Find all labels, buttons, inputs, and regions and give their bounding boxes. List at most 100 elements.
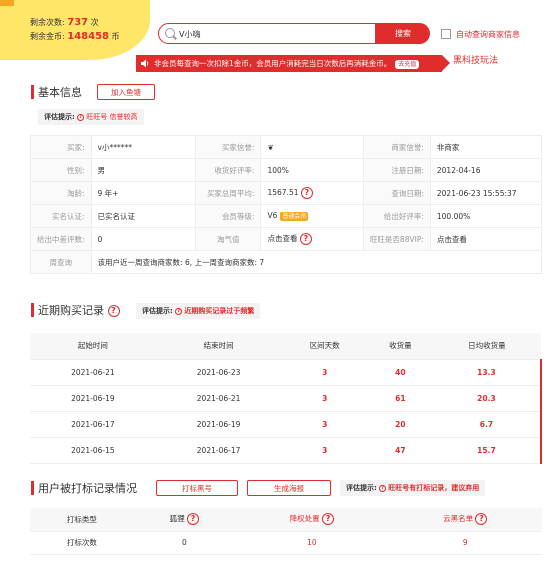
counter-panel <box>0 0 150 60</box>
buyer-credit-label: 买家信誉: <box>194 135 262 159</box>
coins-label: 剩余金币: <box>30 32 65 41</box>
cloud-blacklist-count: 9 <box>388 531 542 555</box>
cell: 40 <box>367 359 433 386</box>
weekly-avg-value: 1567.51 <box>267 188 299 197</box>
cell: 3 <box>281 411 368 438</box>
notice-arrow <box>442 55 450 71</box>
col-days: 区间天数 <box>281 333 368 360</box>
notice-text: 非会员每查询一次扣除1金币，会员用户消耗完当日次数后再消耗金币。 <box>154 59 392 68</box>
hint-value: 旺旺号有打标记录，建议弃用 <box>388 484 480 492</box>
fox-count: 0 <box>133 531 236 555</box>
info-row: 淘龄: 9 年+ 买家总周平均: 1567.51 ? 查询日期: 2021-06… <box>30 181 543 205</box>
vip88-view-link[interactable]: 点击查看 <box>429 227 543 251</box>
search-button[interactable]: 搜索 <box>376 23 430 44</box>
basic-info-table: 买家: v小****** 买家信誉: ❦ 商家信誉: 非商家 性别: 男 收货好… <box>30 135 543 274</box>
generate-poster-button[interactable]: 生成海报 <box>247 480 331 496</box>
question-circle-icon[interactable]: ? <box>322 513 335 526</box>
tag-black-button[interactable]: 打标黑号 <box>156 480 238 496</box>
week-query-value: 该用户近一周查询商家数: 6, 上一周查询商家数: 7 <box>90 250 543 274</box>
question-circle-icon[interactable]: ? <box>187 513 200 526</box>
gender-value: 男 <box>90 158 196 182</box>
add-to-pond-button[interactable]: 加入鱼塘 <box>97 84 155 100</box>
remaining-label: 剩余次数: <box>30 18 65 27</box>
col-cloud-text: 云黑名单 <box>443 514 474 524</box>
info-row: 周查询 该用户近一周查询商家数: 6, 上一周查询商家数: 7 <box>30 250 543 274</box>
col-demotion-text: 降权处置 <box>289 514 320 524</box>
cell: 3 <box>281 437 368 464</box>
account-age-label: 淘龄: <box>30 181 92 205</box>
question-circle-icon: ? <box>379 484 387 492</box>
table-row: 打标次数 0 10 9 <box>30 531 542 555</box>
col-start: 起始时间 <box>30 333 156 360</box>
section-marker <box>31 85 34 99</box>
given-rate-label: 给出好评率: <box>362 204 431 228</box>
real-name-label: 实名认证: <box>30 204 92 228</box>
account-age-value: 9 年+ <box>90 181 196 205</box>
tagging-table: 打标类型 狐狸 ? 降权处置 ? 云黑名单 ? 打标次数 0 10 9 <box>30 508 542 555</box>
table-row: 2021-06-17 2021-06-19 3 20 6.7 <box>30 411 543 438</box>
table-header-row: 打标类型 狐狸 ? 降权处置 ? 云黑名单 ? <box>30 508 542 532</box>
auto-query-label[interactable]: 自动查询商家信息 <box>456 29 520 40</box>
notice-banner: 非会员每查询一次扣除1金币，会员用户消耗完当日次数后再消耗金币。 去充值 <box>136 55 442 72</box>
table-row: 2021-06-19 2021-06-21 3 61 20.3 <box>30 385 543 412</box>
remaining-count: 剩余次数: 737 次 <box>30 17 99 28</box>
register-date-label: 注册日期: <box>362 158 431 182</box>
col-end: 结束时间 <box>155 333 282 360</box>
vip-badge: 普通会员 <box>280 212 309 221</box>
weekly-avg-label: 买家总周平均: <box>194 181 262 205</box>
vip88-label: 旺旺是否88VIP: <box>362 227 431 251</box>
member-level-label: 会员等级: <box>194 204 262 228</box>
info-row: 给出中差评数: 0 淘气值 点击查看 ? 旺旺是否88VIP: 点击查看 <box>30 227 543 251</box>
naughty-value-cell[interactable]: 点击查看 ? <box>260 227 364 251</box>
buyer-value: v小****** <box>90 135 196 159</box>
recent-title-text: 近期购买记录 <box>38 304 104 317</box>
question-circle-icon[interactable]: ? <box>475 513 488 526</box>
search-value: V小嗨 <box>179 30 201 39</box>
cell: 3 <box>281 359 368 386</box>
question-circle-icon[interactable]: ? <box>107 305 120 317</box>
remaining-unit: 次 <box>90 18 99 27</box>
gender-label: 性别: <box>30 158 92 182</box>
seller-credit-label: 商家信誉: <box>362 135 431 159</box>
recharge-button[interactable]: 去充值 <box>395 59 420 69</box>
positive-rate-value: 100% <box>260 158 364 182</box>
cell: 6.7 <box>432 411 543 438</box>
query-date-label: 查询日期: <box>362 181 431 205</box>
positive-rate-label: 收货好评率: <box>194 158 262 182</box>
member-level-value: V6 <box>267 211 278 220</box>
buyer-label: 买家: <box>30 135 92 159</box>
cell: 3 <box>281 385 368 412</box>
col-fox: 狐狸 ? <box>133 508 236 532</box>
question-circle-icon[interactable]: ? <box>300 187 313 199</box>
info-row: 实名认证: 已实名认证 会员等级: V6 普通会员 给出好评率: 100.00% <box>30 204 543 228</box>
seller-credit-value: 非商家 <box>429 135 543 159</box>
hint-label: 评估提示: <box>44 113 75 121</box>
question-circle-icon[interactable]: ? <box>299 233 312 245</box>
basic-hint: 评估提示: ? 旺旺号 信誉较高 <box>38 109 144 125</box>
basic-info-title: 基本信息 <box>38 86 82 99</box>
hint-label: 评估提示: <box>142 307 173 315</box>
week-query-label: 周查询 <box>30 250 92 274</box>
search-icon <box>165 28 175 38</box>
tagging-title: 用户被打标记录情况 <box>38 482 137 495</box>
question-circle-icon: ? <box>175 307 183 315</box>
coins-unit: 币 <box>111 32 120 41</box>
recent-purchases-title: 近期购买记录 ? <box>38 302 120 318</box>
speaker-icon <box>141 59 149 68</box>
cell: 61 <box>367 385 433 412</box>
question-circle-icon: ? <box>77 113 85 121</box>
real-name-value: 已实名认证 <box>90 204 196 228</box>
tagging-hint: 评估提示: ? 旺旺号有打标记录，建议弃用 <box>340 480 486 496</box>
cell: 2021-06-17 <box>155 437 282 464</box>
hint-value: 近期购买记录过于频繁 <box>184 307 255 315</box>
search-input[interactable]: V小嗨 <box>158 23 376 44</box>
naughty-view-link[interactable]: 点击查看 <box>267 234 297 243</box>
corner-accent <box>0 0 14 6</box>
demotion-count: 10 <box>235 531 389 555</box>
hint-label: 评估提示: <box>346 484 377 492</box>
cell: 2021-06-17 <box>30 411 156 438</box>
tech-link[interactable]: 黑科技玩法 <box>453 53 498 66</box>
auto-query-checkbox[interactable] <box>441 29 451 39</box>
cell: 2021-06-23 <box>155 359 282 386</box>
member-level-cell: V6 普通会员 <box>260 204 364 228</box>
